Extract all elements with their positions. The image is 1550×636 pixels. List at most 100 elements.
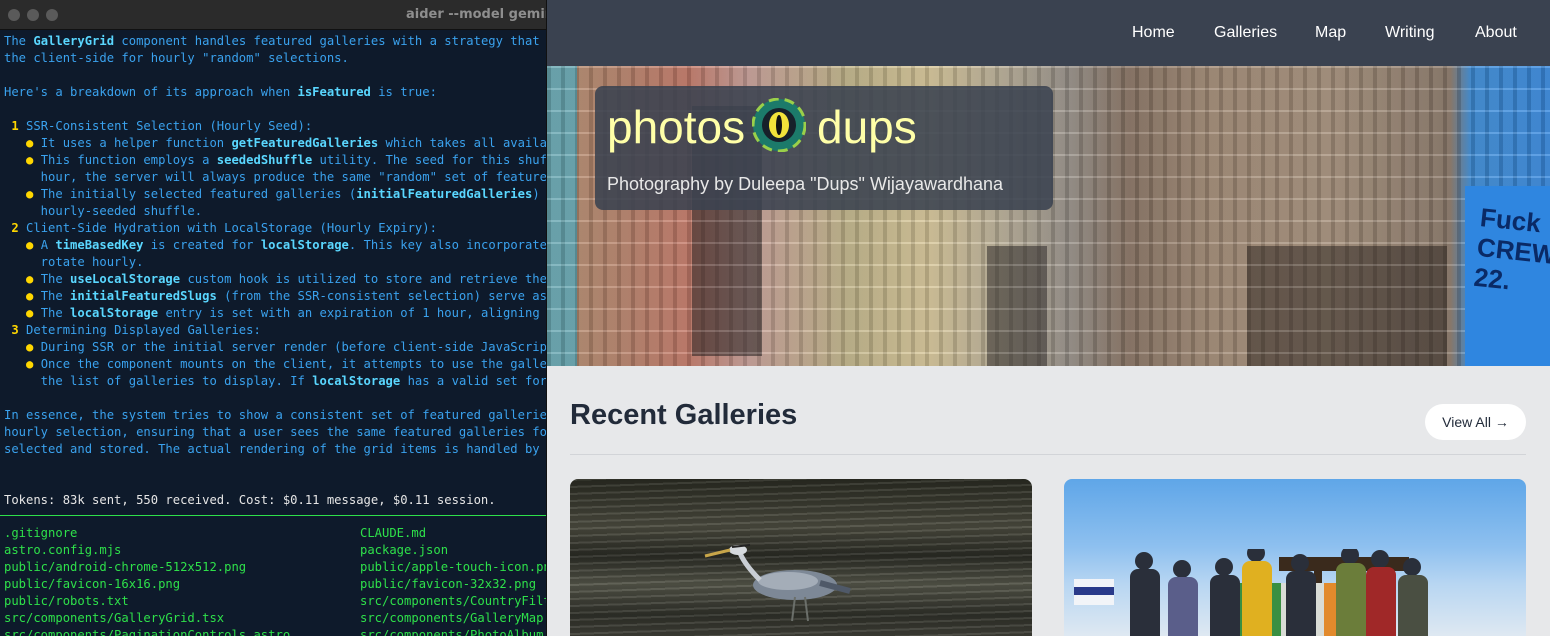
file-path: src/components/CountryFilte: [360, 594, 548, 608]
summit-group-image: [1074, 549, 1428, 636]
terminal-line: 1 SSR-Consistent Selection (Hourly Seed)…: [4, 118, 548, 135]
terminal-title: aider --model gemini/: [406, 7, 548, 22]
terminal-text: ●: [4, 340, 41, 354]
code-token: initialFeaturedSlugs: [70, 289, 217, 303]
terminal-text: The initially selected featured gallerie…: [40, 187, 357, 201]
nav-writing[interactable]: Writing: [1385, 24, 1435, 42]
terminal-text: Once the component mounts on the client,…: [40, 357, 548, 371]
nav-home[interactable]: Home: [1132, 24, 1175, 42]
file-path: src/components/GalleryGrid.tsx: [4, 611, 225, 625]
terminal-titlebar: aider --model gemini/: [0, 0, 548, 30]
terminal-line: hourly-seeded shuffle.: [4, 203, 548, 220]
code-token: localStorage: [70, 306, 159, 320]
terminal-text: is created for: [143, 238, 261, 252]
graffiti: Fuck CREW 22.: [1472, 202, 1550, 296]
terminal-text: Tokens: 83k sent, 550 received. Cost: $0…: [4, 493, 496, 507]
terminal-text: 2: [4, 221, 27, 235]
terminal-line: Here's a breakdown of its approach when …: [4, 84, 548, 101]
file-row: public/android-chrome-512x512.png public/…: [4, 559, 548, 576]
terminal-text: This function employs a: [40, 153, 217, 167]
file-list: .gitignore CLAUDE.md astro.config.mjs packa…: [4, 525, 548, 636]
terminal-text: It uses a helper function: [40, 136, 232, 150]
zoom-window-button[interactable]: [46, 9, 58, 21]
terminal-text: ●: [4, 289, 41, 303]
terminal-text: ●: [4, 187, 41, 201]
top-nav: Home Galleries Map Writing About: [547, 0, 1550, 66]
terminal-text: ●: [4, 136, 41, 150]
terminal-text: is true:: [370, 85, 437, 99]
terminal-window: aider --model gemini/ The GalleryGrid co…: [0, 0, 548, 636]
brand-box[interactable]: photos dups Photography by Duleepa "Dups…: [595, 86, 1053, 210]
gallery-card-heron[interactable]: [570, 479, 1032, 636]
terminal-text: entry is set with an expiration of 1 hou…: [158, 306, 548, 320]
brand-word-photos: photos: [607, 101, 746, 153]
file-row: public/robots.txt src/components/CountryF…: [4, 593, 548, 610]
terminal-text: During SSR or the initial server render …: [40, 340, 548, 354]
file-path: public/android-chrome-512x512.png: [4, 560, 247, 574]
file-path: src/components/PaginationControls.astro: [4, 628, 291, 636]
heron-image: [704, 544, 851, 622]
view-all-button[interactable]: View All →: [1425, 404, 1526, 440]
terminal-line: 3 Determining Displayed Galleries:: [4, 322, 548, 339]
website-page: Home Galleries Map Writing About Fuck CR…: [546, 0, 1550, 636]
code-token: localStorage: [312, 374, 401, 388]
terminal-text: Here's a breakdown of its approach when: [4, 85, 298, 99]
terminal-line: Tokens: 83k sent, 550 received. Cost: $0…: [4, 492, 548, 509]
terminal-text: which takes all available: [385, 136, 548, 150]
terminal-line: ● The initialFeaturedSlugs (from the SSR…: [4, 288, 548, 305]
terminal-text: ●: [4, 306, 41, 320]
terminal-text: ●: [4, 272, 41, 286]
terminal-text: Client-Side Hydration with LocalStorage …: [26, 221, 437, 235]
nav-map[interactable]: Map: [1315, 24, 1346, 42]
terminal-line: the list of galleries to display. If loc…: [4, 373, 548, 390]
terminal-line: ● During SSR or the initial server rende…: [4, 339, 548, 356]
terminal-text: SSR-Consistent Selection (Hourly Seed):: [26, 119, 313, 133]
file-path: src/components/PhotoAlbum.: [360, 628, 548, 636]
terminal-text: A: [40, 238, 56, 252]
terminal-line: 2 Client-Side Hydration with LocalStorag…: [4, 220, 548, 237]
nav-about[interactable]: About: [1475, 24, 1517, 42]
brand-word-dups: dups: [817, 101, 917, 153]
close-window-button[interactable]: [8, 9, 20, 21]
terminal-text: The: [4, 34, 34, 48]
file-path: public/favicon-32x32.png: [360, 577, 537, 591]
minimize-window-button[interactable]: [27, 9, 39, 21]
terminal-text: selected and stored. The actual renderin…: [4, 442, 548, 456]
terminal-line: ● It uses a helper function getFeaturedG…: [4, 135, 548, 152]
terminal-text: the list of galleries to display. If: [4, 374, 313, 388]
terminal-text: ●: [4, 238, 41, 252]
terminal-text: 3: [4, 323, 27, 337]
code-token: useLocalStorage: [70, 272, 181, 286]
terminal-line: rotate hourly.: [4, 254, 548, 271]
terminal-line: ● Once the component mounts on the clien…: [4, 356, 548, 373]
recent-galleries-section: Recent Galleries View All →: [547, 366, 1550, 636]
hero-banner: Fuck CREW 22. photos dups Photography by…: [547, 66, 1550, 366]
terminal-text: component handles featured galleries wit…: [114, 34, 548, 48]
code-token: timeBasedKey: [55, 238, 144, 252]
code-token: seededShuffle: [216, 153, 313, 167]
terminal-line: the client-side for hourly "random" sele…: [4, 50, 548, 67]
terminal-text: utility. The seed for this shuffle: [312, 153, 548, 167]
terminal-line: ● This function employs a seededShuffle …: [4, 152, 548, 169]
terminal-line: In essence, the system tries to show a c…: [4, 407, 548, 424]
terminal-text: hourly-seeded shuffle.: [4, 204, 203, 218]
section-divider: [570, 454, 1526, 455]
terminal-line: ● The localStorage entry is set with an …: [4, 305, 548, 322]
code-token: initialFeaturedGalleries: [356, 187, 533, 201]
terminal-line: hourly selection, ensuring that a user s…: [4, 424, 548, 441]
terminal-text: 1: [4, 119, 27, 133]
terminal-text: Determining Displayed Galleries:: [26, 323, 261, 337]
file-row: src/components/GalleryGrid.tsx src/compon…: [4, 610, 548, 627]
terminal-text: the client-side for hourly "random" sele…: [4, 51, 349, 65]
terminal-line: ● The useLocalStorage custom hook is uti…: [4, 271, 548, 288]
gallery-card-summit[interactable]: [1064, 479, 1526, 636]
file-path: public/robots.txt: [4, 594, 129, 608]
nav-galleries[interactable]: Galleries: [1214, 24, 1277, 42]
terminal-text: hour, the server will always produce the…: [4, 170, 548, 184]
terminal-text: has a valid set for th: [407, 374, 547, 388]
file-path: public/favicon-16x16.png: [4, 577, 181, 591]
